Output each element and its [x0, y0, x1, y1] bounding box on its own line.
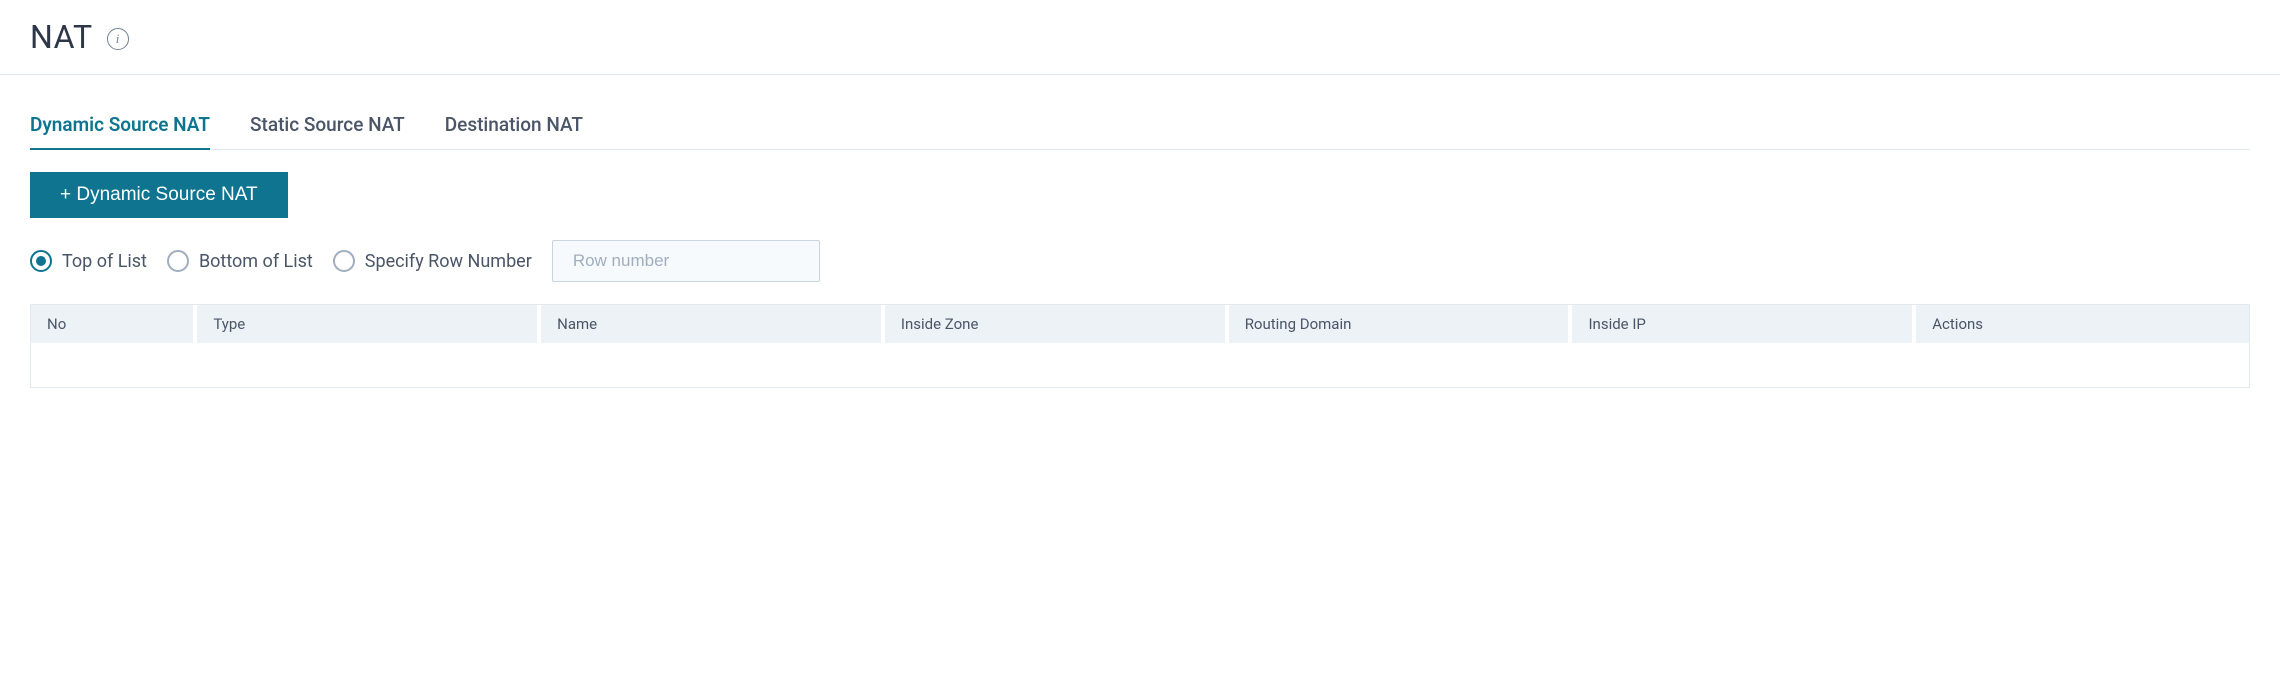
tabs: Dynamic Source NAT Static Source NAT Des…: [30, 113, 2250, 150]
radio-dot-icon: [36, 256, 46, 266]
add-dynamic-source-nat-button[interactable]: + Dynamic Source NAT: [30, 172, 288, 218]
column-header-actions: Actions: [1916, 305, 2249, 343]
radio-label: Top of List: [62, 251, 147, 272]
radio-label: Bottom of List: [199, 251, 313, 272]
info-icon[interactable]: i: [107, 28, 129, 50]
radio-circle-icon: [30, 250, 52, 272]
radio-top-of-list[interactable]: Top of List: [30, 250, 147, 272]
column-header-inside-zone: Inside Zone: [885, 305, 1229, 343]
column-header-inside-ip: Inside IP: [1572, 305, 1916, 343]
radio-label: Specify Row Number: [365, 251, 532, 272]
column-header-name: Name: [541, 305, 885, 343]
placement-row: Top of List Bottom of List Specify Row N…: [30, 240, 2250, 282]
radio-circle-icon: [167, 250, 189, 272]
radio-circle-icon: [333, 250, 355, 272]
page-content: Dynamic Source NAT Static Source NAT Des…: [0, 113, 2280, 388]
column-header-type: Type: [197, 305, 541, 343]
column-header-no: No: [31, 305, 197, 343]
column-header-routing-domain: Routing Domain: [1229, 305, 1573, 343]
page-title: NAT: [30, 18, 93, 56]
nat-page: NAT i Dynamic Source NAT Static Source N…: [0, 0, 2280, 674]
tab-static-source-nat[interactable]: Static Source NAT: [250, 113, 405, 150]
table-body: [31, 343, 2249, 387]
tab-dynamic-source-nat[interactable]: Dynamic Source NAT: [30, 113, 210, 150]
table-header: No Type Name Inside Zone Routing Domain …: [31, 305, 2249, 343]
tab-destination-nat[interactable]: Destination NAT: [445, 113, 583, 150]
row-number-input[interactable]: [552, 240, 820, 282]
radio-specify-row-number[interactable]: Specify Row Number: [333, 250, 532, 272]
nat-table: No Type Name Inside Zone Routing Domain …: [30, 304, 2250, 388]
page-header: NAT i: [0, 0, 2280, 75]
radio-bottom-of-list[interactable]: Bottom of List: [167, 250, 313, 272]
